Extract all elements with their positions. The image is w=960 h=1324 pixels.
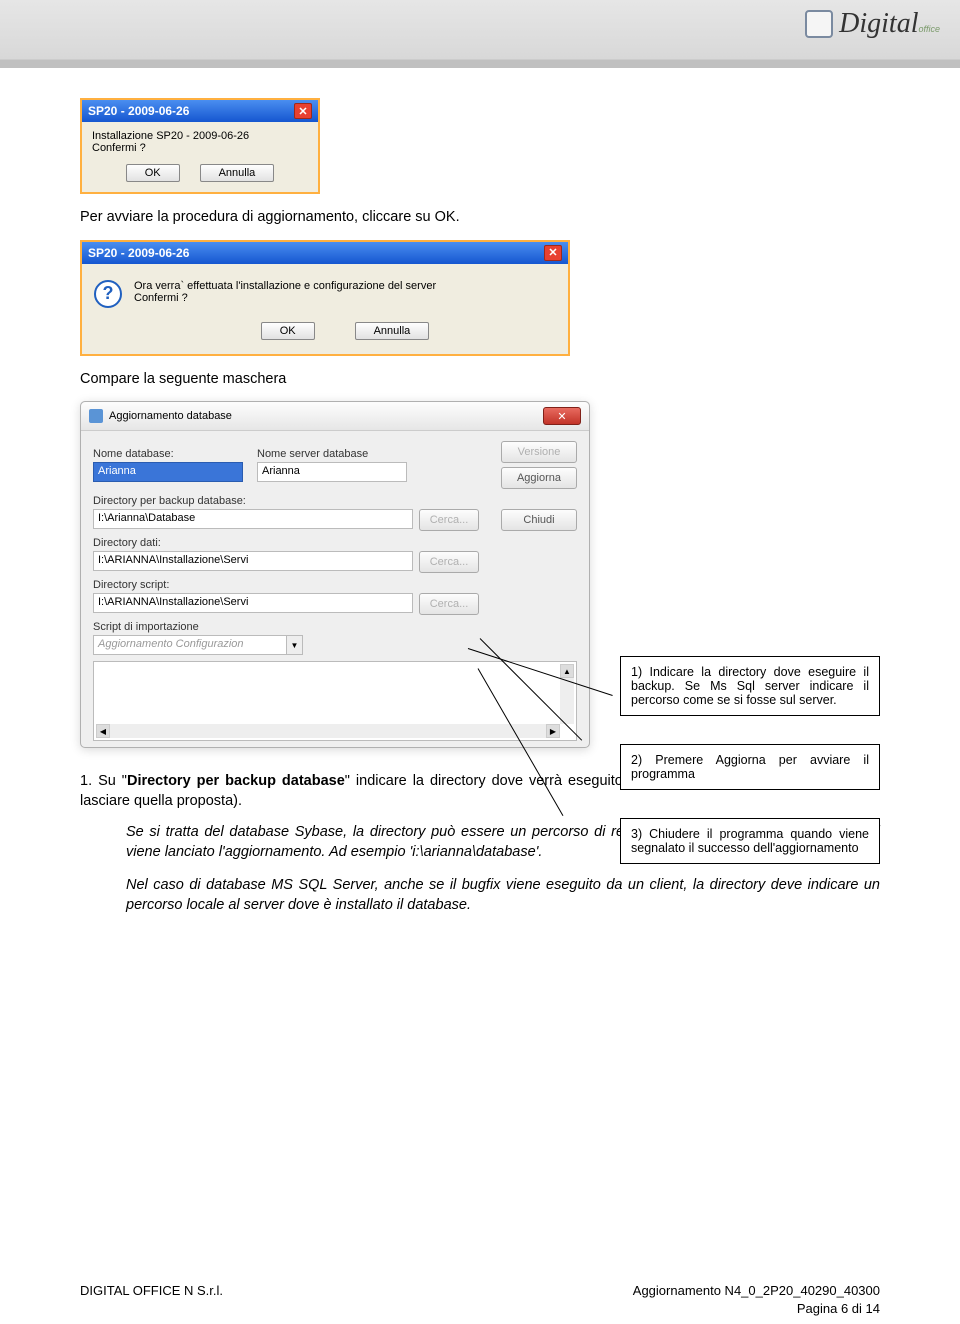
chiudi-button[interactable]: Chiudi [501,509,577,531]
log-textarea[interactable]: ▲ ◀ ▶ [93,661,577,741]
confirm-dialog-2: SP20 - 2009-06-26 ✕ ? Ora verra` effettu… [80,240,570,356]
callouts-group: 1) Indicare la directory dove eseguire i… [620,656,880,892]
cerca-button[interactable]: Cerca... [419,551,479,573]
ok-button[interactable]: OK [261,322,315,340]
cancel-button[interactable]: Annulla [355,322,430,340]
close-icon[interactable]: ✕ [294,103,312,119]
callout-3: 3) Chiudere il programma quando viene se… [620,818,880,864]
page-number: Pagina 6 di 14 [797,1301,880,1316]
dialog-message-line2: Confermi ? [134,292,556,304]
footer-company: DIGITAL OFFICE N S.r.l. [80,1283,223,1298]
input-nome-server[interactable]: Arianna [257,462,407,482]
window-titlebar: Aggiornamento database ✕ [81,402,589,431]
scroll-up-icon[interactable]: ▲ [560,664,574,678]
question-icon: ? [94,280,122,308]
chevron-down-icon[interactable]: ▼ [287,635,303,655]
db-update-window: Aggiornamento database ✕ Nome database: … [80,401,590,748]
callout-2: 2) Premere Aggiorna per avviare il progr… [620,744,880,790]
header-divider [0,60,960,68]
scrollbar-horizontal[interactable]: ◀ ▶ [96,724,560,738]
input-dir-script[interactable]: I:\ARIANNA\Installazione\Servi [93,593,413,613]
cerca-button[interactable]: Cerca... [419,593,479,615]
aggiorna-button[interactable]: Aggiorna [501,467,577,489]
dialog-message-line2: Confermi ? [92,142,308,154]
logo-text: Digital [839,8,918,39]
label-nome-server: Nome server database [257,448,407,460]
label-dir-backup: Directory per backup database: [93,495,479,507]
app-icon [89,409,103,423]
scrollbar-vertical[interactable]: ▲ [560,664,574,724]
dialog-message-line1: Installazione SP20 - 2009-06-26 [92,130,308,142]
scroll-right-icon[interactable]: ▶ [546,724,560,738]
versione-button[interactable]: Versione [501,441,577,463]
page-footer: DIGITAL OFFICE N S.r.l. Aggiornamento N4… [80,1283,880,1298]
page-header: Digitaloffice [0,0,960,60]
label-dir-dati: Directory dati: [93,537,479,549]
confirm-dialog-1: SP20 - 2009-06-26 ✕ Installazione SP20 -… [80,98,320,194]
paragraph-intro-2: Compare la seguente maschera [80,370,880,390]
callout-1: 1) Indicare la directory dove eseguire i… [620,656,880,716]
label-nome-db: Nome database: [93,448,243,460]
logo-subtext: office [918,24,940,34]
input-dir-dati[interactable]: I:\ARIANNA\Installazione\Servi [93,551,413,571]
close-icon[interactable]: ✕ [544,245,562,261]
logo-mark-icon [805,10,833,38]
cancel-button[interactable]: Annulla [200,164,275,182]
scroll-left-icon[interactable]: ◀ [96,724,110,738]
close-icon[interactable]: ✕ [543,407,581,425]
select-script-import[interactable]: Aggiornamento Configurazion [93,635,287,655]
dialog-titlebar: SP20 - 2009-06-26 ✕ [82,242,568,264]
input-nome-db[interactable]: Arianna [93,462,243,482]
paragraph-intro-1: Per avviare la procedura di aggiornament… [80,208,880,228]
footer-doc-ref: Aggiornamento N4_0_2P20_40290_40300 [633,1283,880,1298]
dialog-message-line1: Ora verra` effettuata l'installazione e … [134,280,556,292]
dialog-titlebar: SP20 - 2009-06-26 ✕ [82,100,318,122]
label-script-import: Script di importazione [93,621,303,633]
input-dir-backup[interactable]: I:\Arianna\Database [93,509,413,529]
ok-button[interactable]: OK [126,164,180,182]
brand-logo: Digitaloffice [805,8,940,40]
window-title: Aggiornamento database [109,410,232,422]
label-dir-script: Directory script: [93,579,479,591]
dialog-title: SP20 - 2009-06-26 [88,246,189,260]
cerca-button[interactable]: Cerca... [419,509,479,531]
dialog-title: SP20 - 2009-06-26 [88,104,189,118]
bold-term: Directory per backup database [127,773,345,789]
